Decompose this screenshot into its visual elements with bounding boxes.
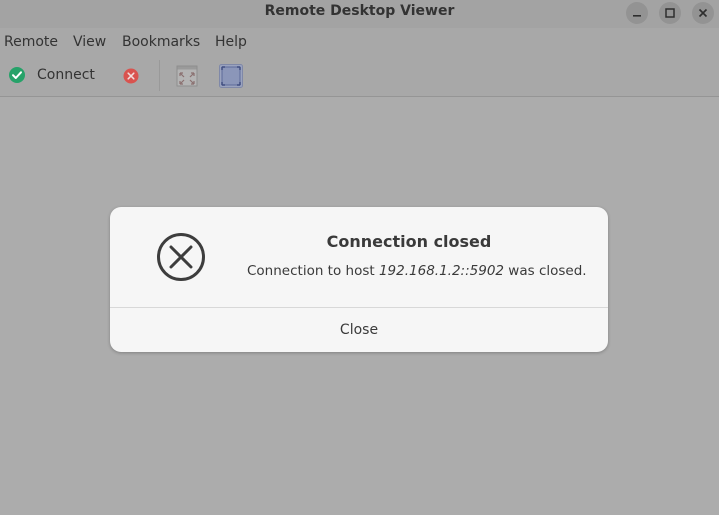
- title-bar[interactable]: Remote Desktop Viewer: [0, 0, 719, 28]
- minimize-button[interactable]: [626, 2, 648, 24]
- x-circle-icon: [123, 68, 139, 84]
- maximize-button[interactable]: [659, 2, 681, 24]
- remote-desktop-viewer-window: Remote Desktop Viewer Remote View Bookma…: [0, 0, 719, 515]
- minimize-icon: [633, 15, 641, 17]
- check-circle-icon: [9, 67, 25, 83]
- menu-bar: Remote View Bookmarks Help: [0, 28, 719, 54]
- scaling-icon: [219, 64, 243, 88]
- dialog-title: Connection closed: [326, 232, 492, 251]
- scaling-button[interactable]: [219, 64, 243, 92]
- message-prefix: Connection to host: [247, 263, 379, 279]
- close-button[interactable]: Close: [110, 308, 608, 352]
- dialog-message: Connection to host 192.168.1.2::5902 was…: [247, 263, 587, 279]
- toolbar: Connect: [0, 54, 719, 97]
- connect-label: Connect: [37, 67, 95, 83]
- menu-view[interactable]: View: [73, 34, 106, 50]
- close-window-button[interactable]: [692, 2, 714, 24]
- menu-bookmarks[interactable]: Bookmarks: [122, 34, 200, 50]
- host-address: 192.168.1.2::5902: [378, 263, 505, 279]
- window-title: Remote Desktop Viewer: [264, 3, 455, 19]
- disconnect-button[interactable]: [123, 68, 139, 88]
- menu-help[interactable]: Help: [215, 34, 247, 50]
- toolbar-separator: [159, 60, 160, 91]
- fullscreen-button[interactable]: [176, 65, 198, 91]
- connection-closed-dialog: Connection closed Connection to host 192…: [110, 207, 608, 352]
- message-suffix: was closed.: [504, 263, 587, 279]
- menu-remote[interactable]: Remote: [4, 34, 58, 50]
- maximize-icon: [665, 8, 675, 18]
- close-icon: [698, 8, 708, 18]
- fullscreen-icon: [176, 65, 198, 87]
